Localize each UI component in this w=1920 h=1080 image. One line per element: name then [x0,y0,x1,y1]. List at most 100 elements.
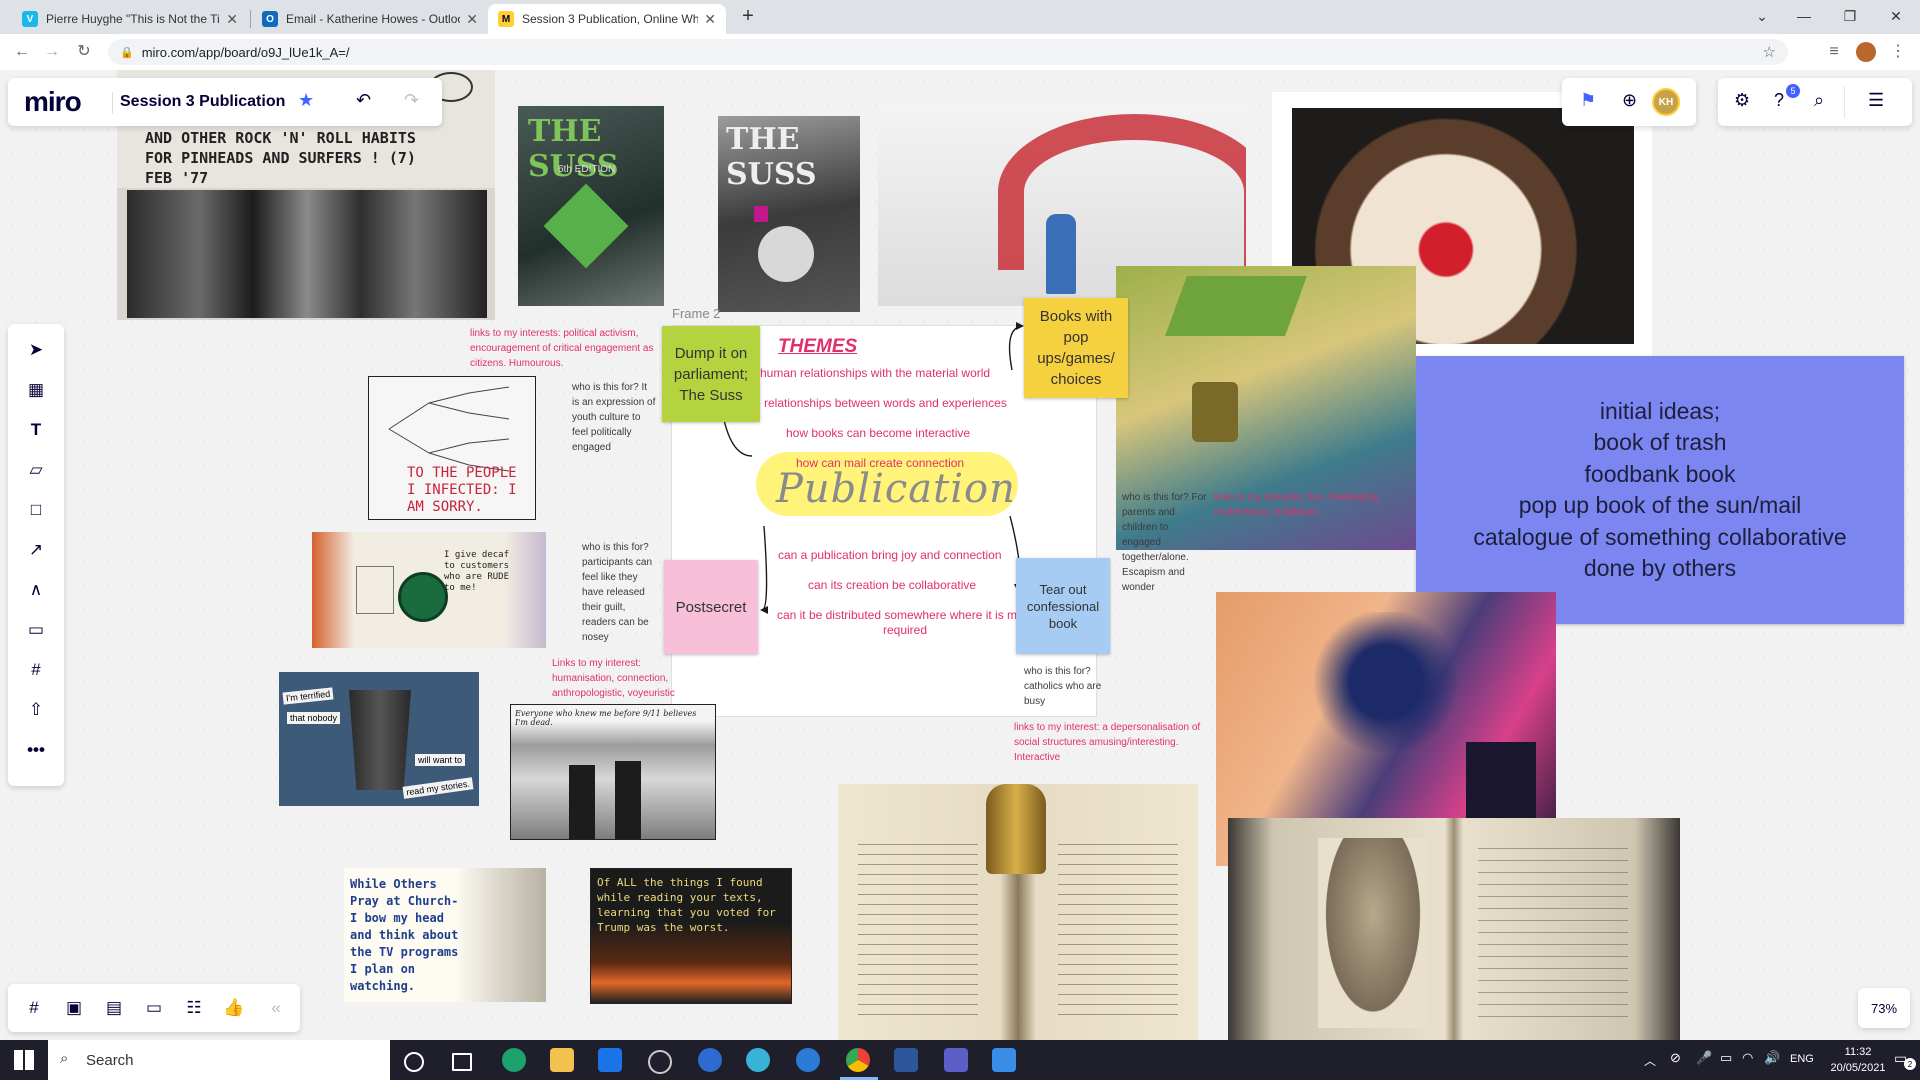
select-tool-icon[interactable]: ➤ [24,338,48,362]
starbucks-cup-image[interactable]: I give decaf to customers who are RUDE t… [312,532,546,648]
volume-icon[interactable]: 🔊 [1764,1050,1780,1066]
window-close-button[interactable]: ✕ [1876,4,1916,28]
board-title[interactable]: Session 3 Publication [120,93,285,111]
annotation-who-3[interactable]: who is this for? For parents and childre… [1122,490,1208,595]
annotation-interest-3[interactable]: links to my interests; fun, challenging,… [1214,490,1414,520]
shape-tool-icon[interactable]: □ [24,498,48,522]
annotation-who-4[interactable]: who is this for? catholics who are busy [1024,664,1108,709]
network-alert-icon[interactable]: ⊘ [1670,1050,1681,1066]
star-icon[interactable]: ★ [298,90,314,111]
annotation-who-1[interactable]: who is this for? It is an expression of … [572,380,656,455]
annotation-who-2[interactable]: who is this for? participants can feel l… [582,540,660,645]
church-postcard-image[interactable]: While Others Pray at Church- I bow my he… [344,868,546,1002]
cards-icon[interactable]: ☷ [182,996,206,1020]
trump-postcard-image[interactable]: Of ALL the things I found while reading … [590,868,792,1004]
profile-avatar[interactable] [1856,42,1876,62]
connection-line-icon[interactable]: ↗ [24,538,48,562]
old-book-hand-image[interactable] [838,784,1198,1040]
search-icon[interactable]: ⌕ [1814,90,1824,111]
sticky-postsecret[interactable]: Postsecret [664,560,758,654]
frame-tool-icon[interactable]: # [24,658,48,682]
comments-icon[interactable]: ▤ [102,996,126,1020]
safari-icon[interactable] [796,1048,820,1072]
teams-icon[interactable] [944,1048,968,1072]
reading-list-icon[interactable]: ≡ [1822,40,1846,64]
close-icon[interactable]: ✕ [704,11,716,28]
comment-icon[interactable]: ▭ [24,618,48,642]
battery-icon[interactable]: ▭ [1720,1050,1732,1066]
twin-towers-image[interactable]: Everyone who knew me before 9/11 believe… [510,704,716,840]
sticky-dump-it[interactable]: Dump it on parliament; The Suss [662,326,760,422]
redo-icon[interactable]: ↷ [404,90,419,111]
old-book-engraving-image[interactable] [1228,818,1680,1040]
vote-icon[interactable]: 👍 [222,996,246,1020]
star-bookmark-icon[interactable]: ☆ [1763,43,1776,61]
browser-tab-outlook[interactable]: O Email - Katherine Howes - Outloo ✕ [252,4,488,34]
board-canvas[interactable]: AND OTHER ROCK 'N' ROLL HABITS FOR PINHE… [0,70,1920,1040]
windows-start-icon[interactable] [14,1050,34,1070]
collapse-icon[interactable]: « [264,996,288,1020]
settings-sliders-icon[interactable]: ⚙ [1734,90,1750,111]
sticky-tear-out[interactable]: Tear out confessional book [1016,558,1110,654]
annotation-interest-2[interactable]: Links to my interest: humanisation, conn… [552,656,692,701]
back-icon[interactable]: ← [10,40,34,64]
templates-icon[interactable]: ▦ [24,378,48,402]
restore-button[interactable]: ❐ [1830,4,1870,28]
user-avatar[interactable]: KH [1652,88,1680,116]
browser-tab-miro[interactable]: M Session 3 Publication, Online Wh ✕ [488,4,726,34]
help-icon[interactable]: ? [1774,90,1784,111]
word-icon[interactable] [894,1048,918,1072]
video-chat-icon[interactable]: ▭ [142,996,166,1020]
invite-icon[interactable]: ⊕ [1622,90,1637,111]
board-menu-icon[interactable]: ☰ [1868,90,1884,111]
file-explorer-icon[interactable] [550,1048,574,1072]
language-indicator[interactable]: ENG [1790,1053,1814,1065]
annotation-interest-1[interactable]: links to my interests: political activis… [470,326,666,371]
text-tool-icon[interactable]: T [24,418,48,442]
app-icon[interactable] [746,1048,770,1072]
photos-icon[interactable] [992,1048,1016,1072]
microphone-icon[interactable]: 🎤 [1696,1050,1712,1066]
forward-icon[interactable]: → [40,40,64,64]
more-tools-icon[interactable]: ••• [24,738,48,762]
zoom-level[interactable]: 73% [1858,988,1910,1028]
annotation-interest-4[interactable]: links to my interest: a depersonalisatio… [1014,720,1210,765]
reload-icon[interactable]: ↻ [72,40,96,64]
pen-tool-icon[interactable]: ∧ [24,578,48,602]
sorry-postcard-image[interactable]: TO THE PEOPLE I INFECTED: I AM SORRY. [368,376,536,520]
tab-search-icon[interactable]: ⌄ [1742,4,1782,28]
close-icon[interactable]: ✕ [466,11,478,28]
chrome-icon[interactable] [846,1048,870,1072]
tray-chevron-icon[interactable]: ︿ [1644,1052,1656,1069]
new-tab-button[interactable]: + [728,4,768,28]
tab-title: Email - Katherine Howes - Outloo [286,12,461,26]
frames-icon[interactable]: # [22,996,46,1020]
reactions-icon[interactable]: ⚑ [1580,90,1596,111]
dell-icon[interactable] [648,1050,672,1074]
taskbar-search-box[interactable]: ⌕ Search [48,1040,390,1080]
url-field[interactable]: 🔒 miro.com/app/board/o9J_lUe1k_A=/ ☆ [108,39,1788,65]
clock[interactable]: 11:32 20/05/2021 [1828,1044,1888,1076]
task-view-icon[interactable] [452,1053,472,1071]
close-icon[interactable]: ✕ [226,11,238,28]
sticky-note-icon[interactable]: ▱ [24,458,48,482]
edge-icon[interactable] [502,1048,526,1072]
tab-title: Session 3 Publication, Online Wh [522,12,699,26]
bin-image[interactable]: I'm terrified that nobody will want to r… [279,672,479,806]
browser-tab-vimeo[interactable]: V Pierre Huyghe "This is Not the Ti ✕ [12,4,248,34]
upload-icon[interactable]: ⇧ [24,698,48,722]
presentation-icon[interactable]: ▣ [62,996,86,1020]
miro-logo[interactable]: miro [24,86,82,118]
clock-time: 11:32 [1844,1046,1872,1058]
minimize-button[interactable]: — [1784,4,1824,28]
collaboration-panel: ⚑ ⊕ KH [1562,78,1696,126]
cortana-icon[interactable] [404,1052,424,1072]
sticky-books-popups[interactable]: Books with pop ups/games/ choices [1024,298,1128,398]
url-text: miro.com/app/board/o9J_lUe1k_A=/ [141,44,350,60]
app-icon[interactable] [698,1048,722,1072]
browser-menu-icon[interactable]: ⋮ [1886,40,1910,64]
wifi-icon[interactable]: ◠ [1742,1050,1753,1066]
undo-icon[interactable]: ↶ [356,90,371,111]
divider [1844,86,1845,118]
mail-icon[interactable] [598,1048,622,1072]
